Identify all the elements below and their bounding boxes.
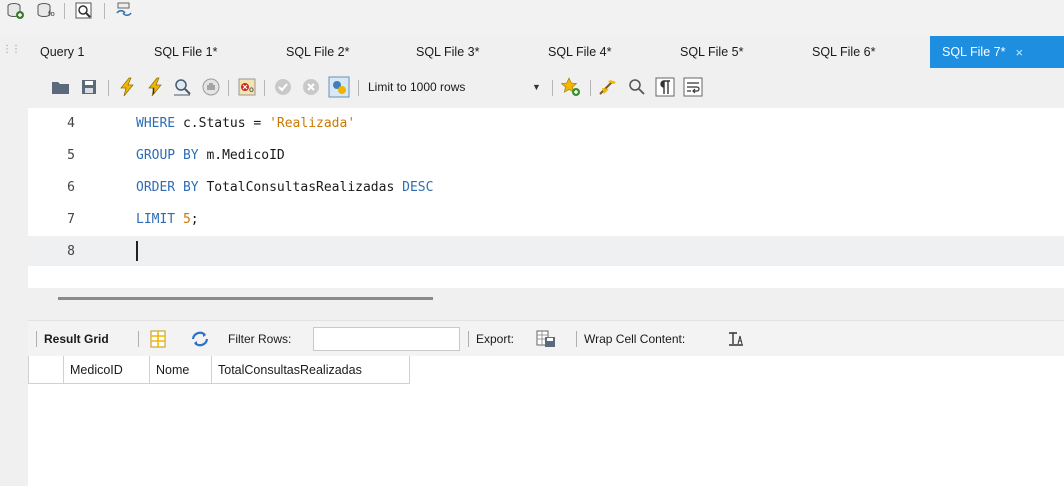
toolbar-separator (228, 80, 229, 96)
toolbar-separator (264, 80, 265, 96)
toolbar-separator (576, 331, 577, 347)
code-line: 4 WHERE c.Status = 'Realizada' (28, 108, 1064, 138)
result-toolbar: Result Grid Filter Rows: Export: Wrap Ce… (28, 320, 1064, 356)
code-line-current: 8 (28, 236, 1064, 266)
tab-sql-file-1[interactable]: SQL File 1* (142, 36, 274, 68)
rollback-icon[interactable] (300, 76, 322, 98)
panel-splitter-area (28, 288, 1064, 320)
new-schema-icon[interactable] (4, 0, 28, 22)
limit-rows-select[interactable]: Limit to 1000 rows ▼ (364, 76, 584, 98)
export-icon[interactable] (536, 329, 556, 349)
svg-text:fo: fo (48, 10, 55, 18)
result-grid[interactable]: MedicoID Nome TotalConsultasRealizadas (28, 356, 1064, 486)
execute-current-icon[interactable]: I (144, 76, 166, 98)
toolbar-separator (104, 3, 105, 19)
reconnect-icon[interactable] (112, 0, 136, 22)
stop-on-error-icon[interactable]: o (236, 76, 258, 98)
stop-icon[interactable] (200, 76, 222, 98)
tab-sql-file-4[interactable]: SQL File 4* (536, 36, 668, 68)
code-text: LIMIT 5; (136, 211, 199, 227)
open-folder-icon[interactable] (50, 76, 72, 98)
main-toolbar: fo (0, 0, 1064, 36)
sql-editor[interactable]: 4 WHERE c.Status = 'Realizada' 5 GROUP B… (28, 108, 1064, 288)
autocommit-icon[interactable] (328, 76, 350, 98)
editor-tabs: Query 1 SQL File 1* SQL File 2* SQL File… (28, 36, 1064, 68)
limit-rows-value: Limit to 1000 rows (368, 80, 466, 94)
find-icon[interactable] (626, 76, 648, 98)
toolbar-separator (590, 80, 591, 96)
code-line: 5 GROUP BY m.MedicoID (28, 140, 1064, 170)
invisible-chars-icon[interactable] (654, 76, 676, 98)
line-number: 6 (67, 179, 75, 195)
result-grid-tab[interactable]: Result Grid (44, 332, 109, 346)
tab-sql-file-3[interactable]: SQL File 3* (404, 36, 536, 68)
chevron-down-icon[interactable]: ▼ (532, 82, 541, 92)
column-header-totalconsultas[interactable]: TotalConsultasRealizadas (212, 356, 410, 384)
row-header-corner[interactable] (28, 356, 64, 384)
toolbar-separator (358, 80, 359, 96)
filter-rows-input[interactable] (313, 327, 460, 351)
code-text (136, 241, 138, 261)
svg-text:I: I (152, 87, 155, 96)
grid-header-row: MedicoID Nome TotalConsultasRealizadas (28, 356, 410, 384)
text-caret (136, 241, 138, 261)
toolbar-separator (108, 80, 109, 96)
add-snippet-icon[interactable] (560, 76, 582, 98)
form-editor-icon[interactable] (148, 329, 168, 349)
editor-toolbar: I o Limit to 1000 rows ▼ (28, 68, 1064, 108)
code-text: WHERE c.Status = 'Realizada' (136, 115, 356, 131)
code-line: 6 ORDER BY TotalConsultasRealizadas DESC (28, 172, 1064, 202)
explain-icon[interactable] (172, 76, 194, 98)
code-text: GROUP BY m.MedicoID (136, 147, 285, 163)
tab-sql-file-6[interactable]: SQL File 6* (800, 36, 930, 68)
left-gutter: ⋮⋮ (0, 36, 28, 486)
close-tab-icon[interactable]: × (1015, 45, 1023, 60)
column-header-nome[interactable]: Nome (150, 356, 212, 384)
toolbar-separator (552, 80, 553, 96)
column-header-medicoid[interactable]: MedicoID (64, 356, 150, 384)
wrap-cell-label: Wrap Cell Content: (584, 331, 686, 346)
inspect-icon[interactable] (72, 0, 96, 22)
wrap-cell-icon[interactable] (726, 329, 746, 349)
word-wrap-icon[interactable] (682, 76, 704, 98)
toolbar-separator (138, 331, 139, 347)
code-line: 7 LIMIT 5; (28, 204, 1064, 234)
execute-icon[interactable] (116, 76, 138, 98)
svg-text:o: o (249, 85, 254, 94)
tab-sql-file-5[interactable]: SQL File 5* (668, 36, 800, 68)
toolbar-separator (64, 3, 65, 19)
line-number: 4 (67, 115, 75, 131)
toolbar-separator (36, 331, 37, 347)
tab-query-1[interactable]: Query 1 (28, 36, 142, 68)
panel-splitter-handle[interactable] (58, 297, 433, 300)
line-number: 5 (67, 147, 75, 163)
refresh-icon[interactable] (190, 329, 210, 349)
new-table-icon[interactable]: fo (34, 0, 58, 22)
tab-sql-file-7[interactable]: SQL File 7* × (930, 36, 1064, 68)
beautify-icon[interactable] (598, 76, 620, 98)
save-icon[interactable] (78, 76, 100, 98)
code-text: ORDER BY TotalConsultasRealizadas DESC (136, 179, 434, 195)
line-number: 8 (67, 243, 75, 259)
drag-handle-icon[interactable]: ⋮⋮ (2, 44, 21, 55)
commit-icon[interactable] (272, 76, 294, 98)
toolbar-separator (468, 331, 469, 347)
tab-sql-file-2[interactable]: SQL File 2* (274, 36, 404, 68)
line-number: 7 (67, 211, 75, 227)
filter-rows-label: Filter Rows: (228, 331, 292, 346)
export-label: Export: (476, 331, 515, 346)
